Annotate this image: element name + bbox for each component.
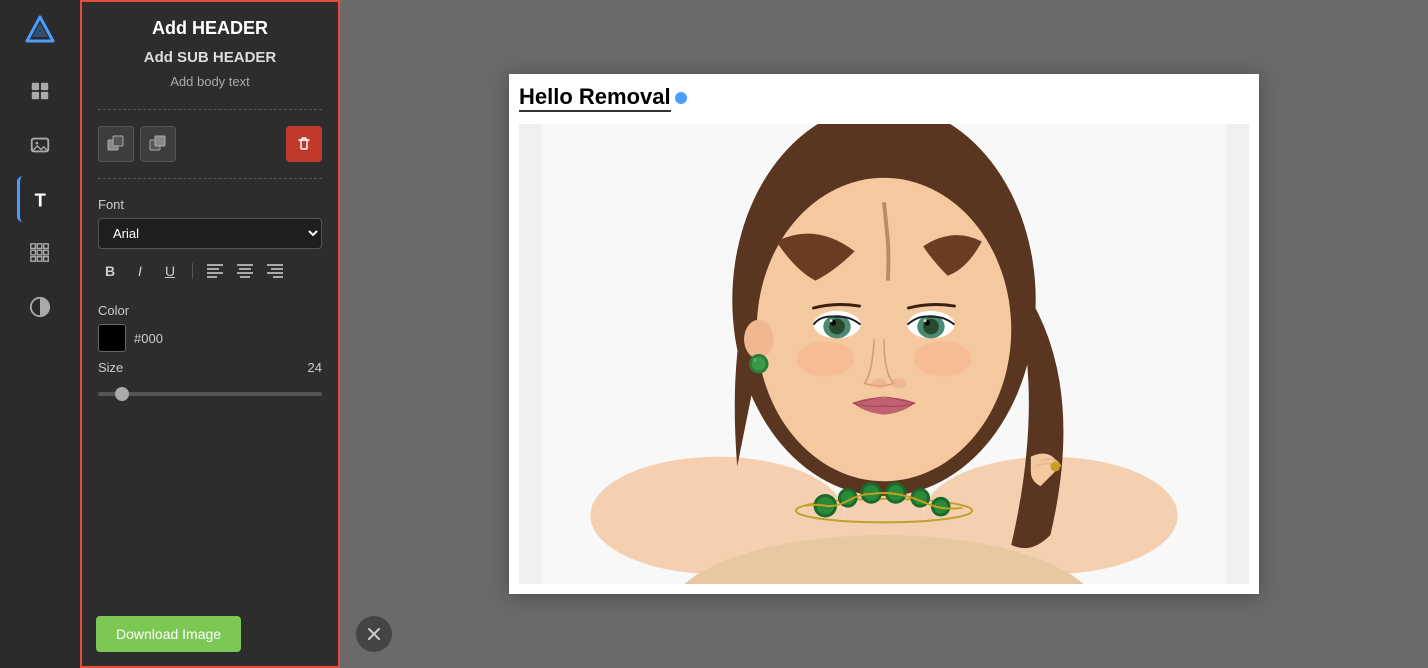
pattern-icon-btn[interactable] bbox=[17, 230, 63, 276]
size-value: 24 bbox=[308, 360, 322, 375]
adjust-icon-btn[interactable] bbox=[17, 284, 63, 330]
font-label: Font bbox=[98, 197, 322, 212]
size-label: Size bbox=[98, 360, 123, 375]
canvas-text-content: Hello Removal bbox=[519, 84, 671, 112]
tool-panel: Add HEADER Add SUB HEADER Add body text bbox=[80, 0, 340, 668]
align-right-btn[interactable] bbox=[263, 259, 287, 283]
divider-1 bbox=[98, 109, 322, 110]
text-resize-handle[interactable] bbox=[675, 92, 687, 104]
back-layer-btn[interactable] bbox=[98, 126, 134, 162]
portrait-svg bbox=[519, 124, 1249, 584]
layer-buttons bbox=[98, 126, 176, 162]
color-section: Color #000 bbox=[98, 293, 322, 352]
download-button-container: Download Image bbox=[96, 616, 241, 652]
align-center-btn[interactable] bbox=[233, 259, 257, 283]
canvas-text-element[interactable]: Hello Removal bbox=[519, 84, 687, 112]
color-row: #000 bbox=[98, 324, 322, 352]
font-select[interactable]: Arial Times New Roman Helvetica Georgia … bbox=[98, 218, 322, 249]
canvas-photo bbox=[519, 124, 1249, 584]
layer-controls bbox=[98, 126, 322, 162]
delete-btn[interactable] bbox=[286, 126, 322, 162]
size-slider[interactable] bbox=[98, 392, 322, 396]
color-hex-value: #000 bbox=[134, 331, 163, 346]
italic-btn[interactable]: I bbox=[128, 259, 152, 283]
app-container: T Add HEADER Add SUB bbox=[0, 0, 1428, 668]
canvas-area: Hello Removal bbox=[340, 0, 1428, 668]
image-icon-btn[interactable] bbox=[17, 122, 63, 168]
color-swatch[interactable] bbox=[98, 324, 126, 352]
canvas-inner: Hello Removal bbox=[509, 74, 1259, 594]
divider-2 bbox=[98, 178, 322, 179]
underline-btn[interactable]: U bbox=[158, 259, 182, 283]
size-slider-container bbox=[98, 383, 322, 401]
bold-btn[interactable]: B bbox=[98, 259, 122, 283]
align-left-btn[interactable] bbox=[203, 259, 227, 283]
close-btn[interactable] bbox=[356, 616, 392, 652]
icon-sidebar: T bbox=[0, 0, 80, 668]
panel-title: Add HEADER bbox=[98, 18, 322, 39]
close-button-area bbox=[356, 616, 392, 652]
text-format-buttons: B I U bbox=[98, 259, 322, 283]
color-label: Color bbox=[98, 303, 322, 318]
download-image-btn[interactable]: Download Image bbox=[96, 616, 241, 652]
panel-body-text: Add body text bbox=[98, 74, 322, 89]
format-divider bbox=[192, 263, 193, 279]
panel-subtitle: Add SUB HEADER bbox=[98, 49, 322, 66]
grid-icon-btn[interactable] bbox=[17, 68, 63, 114]
text-icon-btn[interactable]: T bbox=[17, 176, 63, 222]
svg-text:T: T bbox=[34, 189, 45, 210]
size-row: Size 24 bbox=[98, 360, 322, 375]
app-logo bbox=[20, 10, 60, 50]
front-layer-btn[interactable] bbox=[140, 126, 176, 162]
